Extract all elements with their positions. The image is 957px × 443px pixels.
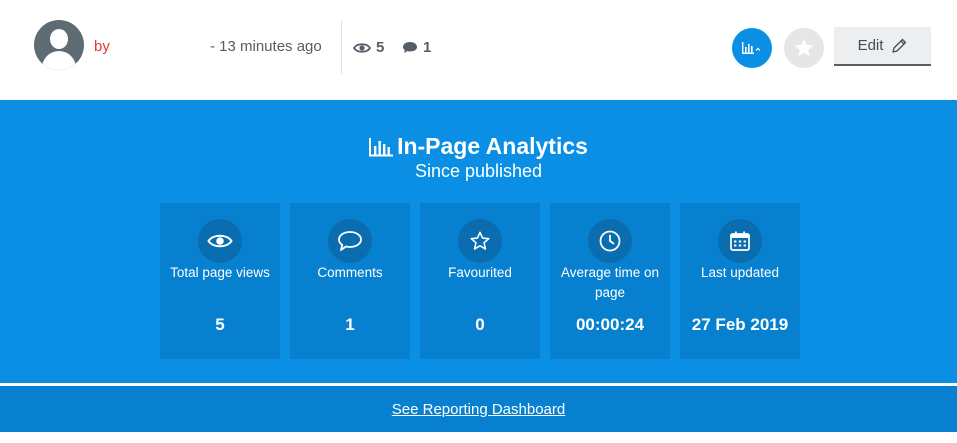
avatar-body — [42, 51, 76, 70]
edit-button[interactable]: Edit — [834, 27, 931, 66]
analytics-subtitle: Since published — [414, 161, 543, 181]
speech-bubble-icon — [403, 42, 417, 53]
eye-icon — [207, 234, 233, 248]
stat-card-label: Average time on page — [560, 265, 660, 300]
calendar-icon — [730, 231, 750, 251]
analytics-title-text: In-Page Analytics — [397, 133, 588, 159]
comments-count: 1 — [423, 39, 432, 56]
stat-card-last-updated: Last updated 27 Feb 2019 — [680, 203, 800, 359]
stat-card-comments: Comments 1 — [290, 203, 410, 359]
stat-card-label: Favourited — [448, 265, 512, 280]
eye-icon — [353, 42, 371, 53]
star-icon — [794, 38, 814, 57]
stat-card-value: 1 — [345, 315, 355, 334]
stat-card-icon-circle — [588, 219, 632, 263]
stat-card-value: 00:00:24 — [575, 315, 645, 334]
reporting-footer: See Reporting Dashboard — [0, 386, 957, 432]
page: by - 13 minutes ago 5 1 Edit In-Page Ana… — [0, 0, 957, 443]
analytics-title: In-Page Analytics — [0, 133, 957, 160]
header-divider — [341, 20, 342, 74]
views-count: 5 — [376, 39, 385, 56]
stat-card-icon-circle — [458, 219, 502, 263]
views-indicator: 5 — [353, 39, 384, 56]
bar-chart-icon — [369, 137, 394, 156]
stat-card-icon-circle — [328, 219, 372, 263]
clock-icon — [599, 230, 621, 252]
avatar[interactable] — [34, 20, 84, 70]
published-time: - 13 minutes ago — [210, 38, 322, 55]
stat-card-icon-circle — [718, 219, 762, 263]
comments-indicator: 1 — [402, 39, 431, 56]
stat-card-page-views: Total page views 5 — [160, 203, 280, 359]
stat-card-favourited: Favourited 0 — [420, 203, 540, 359]
reporting-dashboard-link[interactable]: See Reporting Dashboard — [392, 401, 565, 418]
star-icon — [470, 231, 490, 250]
speech-bubble-icon — [338, 231, 362, 251]
stat-card-label: Total page views — [170, 265, 270, 280]
bottom-spacer — [0, 432, 957, 443]
stat-card-label: Last updated — [700, 265, 780, 280]
analytics-toggle-button[interactable] — [732, 28, 772, 68]
stat-card-value: 5 — [215, 315, 225, 334]
edit-button-label: Edit — [857, 37, 884, 54]
stat-card-value: 27 Feb 2019 — [691, 315, 789, 334]
page-header: by - 13 minutes ago 5 1 Edit — [0, 0, 957, 100]
bar-chart-icon — [742, 42, 761, 54]
pencil-icon — [892, 38, 907, 53]
stat-card-icon-circle — [198, 219, 242, 263]
favourite-button[interactable] — [784, 28, 824, 68]
stat-card-label: Comments — [317, 265, 383, 280]
stat-card-value: 0 — [475, 315, 485, 334]
avatar-head — [50, 29, 68, 49]
author-by-label: by — [94, 38, 110, 55]
stat-card-average-time: Average time on page 00:00:24 — [550, 203, 670, 359]
